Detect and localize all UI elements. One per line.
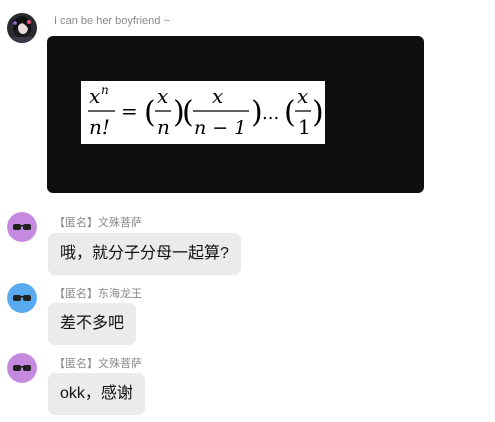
anonymous-avatar[interactable]: [7, 283, 37, 313]
svg-text:(: (: [284, 95, 296, 130]
formula-f2-denominator: n − 1: [194, 117, 246, 139]
formula-equals: =: [121, 99, 138, 123]
sunglasses-avatar-icon: [7, 283, 37, 313]
svg-text:(: (: [182, 95, 194, 130]
message-bubble: okk，感谢: [48, 373, 145, 415]
formula-ellipsis: ...: [262, 103, 279, 124]
svg-text:): ): [251, 95, 263, 130]
formula-f3-denominator: 1: [298, 115, 311, 139]
formula-lhs-exponent: n: [101, 83, 109, 97]
svg-text:): ): [312, 95, 324, 130]
message-bubble: 哦，就分子分母一起算?: [48, 233, 241, 275]
svg-text:(: (: [144, 95, 156, 130]
user-avatar[interactable]: [7, 13, 37, 43]
sunglasses-avatar-icon: [7, 353, 37, 383]
anonymous-avatar[interactable]: [7, 353, 37, 383]
formula-f1-denominator: n: [157, 115, 170, 139]
anonymous-avatar[interactable]: [7, 212, 37, 242]
sender-name: 【匿名】文殊菩萨: [54, 358, 142, 370]
sunglasses-avatar-icon: [7, 212, 37, 242]
formula-image: x n n! = ( x n ) ( x n − 1 ) ... (x 1): [81, 81, 325, 144]
photo-avatar-icon: [7, 13, 37, 43]
message-bubble: 差不多吧: [48, 303, 137, 345]
formula-lhs-numerator: x: [89, 84, 100, 108]
formula-f2-numerator: x: [212, 84, 223, 108]
sender-name: 【匿名】文殊菩萨: [54, 217, 142, 229]
formula-f3-numerator: x: [297, 84, 308, 108]
sender-name: 【匿名】东海龙王: [54, 288, 142, 300]
image-message[interactable]: x n n! = ( x n ) ( x n − 1 ) ... (x 1): [47, 36, 424, 193]
formula-f1-numerator: x: [157, 84, 168, 108]
formula-lhs-denominator: n!: [89, 115, 110, 139]
sender-name: I can be her boyfriend ~: [54, 15, 170, 27]
